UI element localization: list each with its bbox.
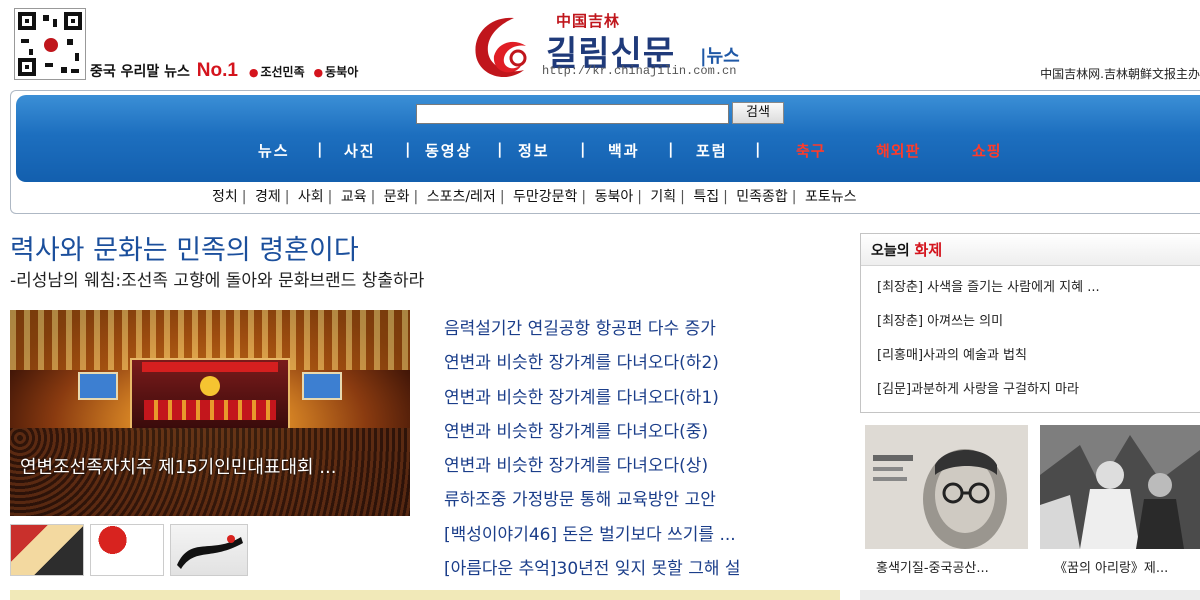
news-list-item[interactable]: 연변과 비슷한 장가계를 다녀오다(상) bbox=[444, 451, 844, 485]
news-list-item[interactable]: [아름다운 추억]30년전 잊지 못할 그해 설 bbox=[444, 554, 844, 588]
subnav-separator: | bbox=[413, 189, 419, 205]
bottom-banner bbox=[10, 590, 840, 600]
main-subheadline[interactable]: -리성남의 웨침:조선족 고향에 돌아와 문화브랜드 창출하라 bbox=[10, 266, 424, 291]
subnav-separator: | bbox=[637, 189, 642, 205]
menu-item-overseas[interactable]: 해외판 bbox=[876, 140, 920, 161]
search-button[interactable]: 검색 bbox=[732, 102, 784, 124]
main-headline[interactable]: 력사와 문화는 민족의 령혼이다 bbox=[10, 228, 359, 267]
news-list-item[interactable]: [백성이야기46] 돈은 벌기보다 쓰기를 ... bbox=[444, 520, 844, 554]
subnav-item-ethnic[interactable]: 민족종합 bbox=[736, 189, 788, 205]
news-list-item[interactable]: 연변과 비슷한 장가계를 다녀오다(중) bbox=[444, 417, 844, 451]
subnav-item-society[interactable]: 사회 bbox=[298, 189, 324, 205]
menu-item-shopping[interactable]: 쇼핑 bbox=[972, 140, 1002, 161]
subnav-separator: | bbox=[370, 189, 376, 205]
topic-item[interactable]: [최장춘] 사색을 즐기는 사람에게 지혜 ... bbox=[877, 276, 1100, 295]
menu-separator: | bbox=[580, 140, 586, 158]
news-list-item[interactable]: 연변과 비슷한 장가계를 다녀오다(하1) bbox=[444, 383, 844, 417]
search-input[interactable] bbox=[416, 104, 729, 124]
site-tagline: 중국 우리말 뉴스 No.1 ● 조선민족 ● 동북아 bbox=[90, 60, 358, 82]
subnav-separator: | bbox=[327, 189, 333, 205]
logo-url: http://kr.chinajilin.com.cn bbox=[542, 64, 737, 78]
menu-separator: | bbox=[497, 140, 503, 158]
subnav-separator: | bbox=[581, 189, 587, 205]
today-topic-title: 오늘의 화제 bbox=[861, 234, 1200, 266]
menu-separator: | bbox=[317, 140, 323, 158]
menu-separator: | bbox=[405, 140, 411, 158]
subnav-separator: | bbox=[723, 189, 728, 205]
menu-item-encyclopedia[interactable]: 백과 bbox=[608, 140, 640, 161]
today-topic-panel: 오늘의 화제 [최장춘] 사색을 즐기는 사람에게 지혜 ... [최장춘] 아… bbox=[860, 233, 1200, 413]
subnav-item-literature[interactable]: 두만강문학 bbox=[513, 189, 577, 205]
tagline-item-ethnic: 조선민족 bbox=[260, 65, 305, 79]
sub-nav: 정치 | 경제 | 사회 | 교육 | 문화 | 스포츠/레저 | 두만강문학 | 동북아 | … bbox=[212, 186, 856, 206]
subnav-item-economy[interactable]: 경제 bbox=[255, 189, 281, 205]
featured-photo[interactable]: 연변조선족자치주 제15기인민대표대회 ... bbox=[10, 310, 410, 516]
red-dot-icon: ● bbox=[313, 66, 324, 79]
thumbnail-1[interactable] bbox=[10, 524, 84, 576]
topic-item[interactable]: [리홍매]사과의 예술과 법칙 bbox=[877, 344, 1027, 363]
menu-item-info[interactable]: 정보 bbox=[518, 140, 550, 161]
subnav-item-special[interactable]: 특집 bbox=[693, 189, 719, 205]
news-list-item[interactable]: 류하조중 가정방문 통해 교육방안 고안 bbox=[444, 485, 844, 519]
subnav-item-planning[interactable]: 기획 bbox=[650, 189, 676, 205]
logo-emblem-icon[interactable] bbox=[470, 12, 542, 82]
side-photo-caption[interactable]: 《꿈의 아리랑》제... bbox=[1054, 557, 1168, 576]
side-photo-caption[interactable]: 홍색기질-중국공산... bbox=[876, 557, 989, 576]
subnav-item-sports[interactable]: 스포츠/레저 bbox=[427, 189, 496, 205]
menu-item-video[interactable]: 동영상 bbox=[425, 140, 472, 161]
topic-item[interactable]: [김문]과분하게 사랑을 구걸하지 마라 bbox=[877, 378, 1079, 397]
subnav-item-education[interactable]: 교육 bbox=[341, 189, 367, 205]
thumbnail-3[interactable] bbox=[170, 524, 248, 576]
featured-photo-caption[interactable]: 연변조선족자치주 제15기인민대표대회 ... bbox=[20, 456, 405, 480]
menu-item-news[interactable]: 뉴스 bbox=[258, 140, 290, 161]
subnav-separator: | bbox=[680, 189, 685, 205]
today-topic-title-prefix: 오늘의 bbox=[871, 243, 915, 259]
bottom-banner-right bbox=[860, 590, 1200, 600]
subnav-separator: | bbox=[284, 189, 290, 205]
tagline-no1: No.1 bbox=[196, 60, 238, 81]
menu-item-photo[interactable]: 사진 bbox=[344, 140, 376, 161]
subnav-separator: | bbox=[241, 189, 247, 205]
publisher-text: 中国吉林网.吉林朝鲜文报主办 bbox=[1040, 67, 1200, 81]
today-topic-title-highlight: 화제 bbox=[914, 241, 943, 259]
subnav-item-northeast-asia[interactable]: 동북아 bbox=[595, 189, 634, 205]
menu-separator: | bbox=[755, 140, 761, 158]
tagline-text: 중국 우리말 뉴스 bbox=[90, 64, 190, 80]
menu-item-football[interactable]: 축구 bbox=[796, 140, 826, 161]
subnav-separator: | bbox=[499, 189, 505, 205]
subnav-separator: | bbox=[791, 189, 797, 205]
subnav-item-culture[interactable]: 문화 bbox=[384, 189, 410, 205]
menu-separator: | bbox=[668, 140, 674, 158]
news-list-item[interactable]: 음력설기간 연길공항 항공편 다수 증가 bbox=[444, 314, 844, 348]
subnav-item-politics[interactable]: 정치 bbox=[212, 189, 238, 205]
news-list: 음력설기간 연길공항 항공편 다수 증가 연변과 비슷한 장가계를 다녀오다(하… bbox=[444, 314, 844, 588]
thumbnail-2[interactable] bbox=[90, 524, 164, 576]
menu-item-forum[interactable]: 포럼 bbox=[696, 140, 728, 161]
topic-item[interactable]: [최장춘] 아껴쓰는 의미 bbox=[877, 310, 1003, 329]
subnav-item-photo-news[interactable]: 포토뉴스 bbox=[805, 189, 857, 205]
news-list-item[interactable]: 연변과 비슷한 장가계를 다녀오다(하2) bbox=[444, 348, 844, 382]
tagline-item-northeast-asia: 동북아 bbox=[325, 65, 359, 79]
red-dot-icon: ● bbox=[248, 66, 259, 79]
qr-code bbox=[14, 8, 86, 80]
main-menu: 뉴스 | 사진 | 동영상 | 정보 | 백과 | 포럼 | 축구 해외판 쇼핑 bbox=[0, 140, 1200, 164]
side-photo-portrait[interactable] bbox=[865, 425, 1028, 549]
side-photo-dance[interactable] bbox=[1040, 425, 1200, 549]
